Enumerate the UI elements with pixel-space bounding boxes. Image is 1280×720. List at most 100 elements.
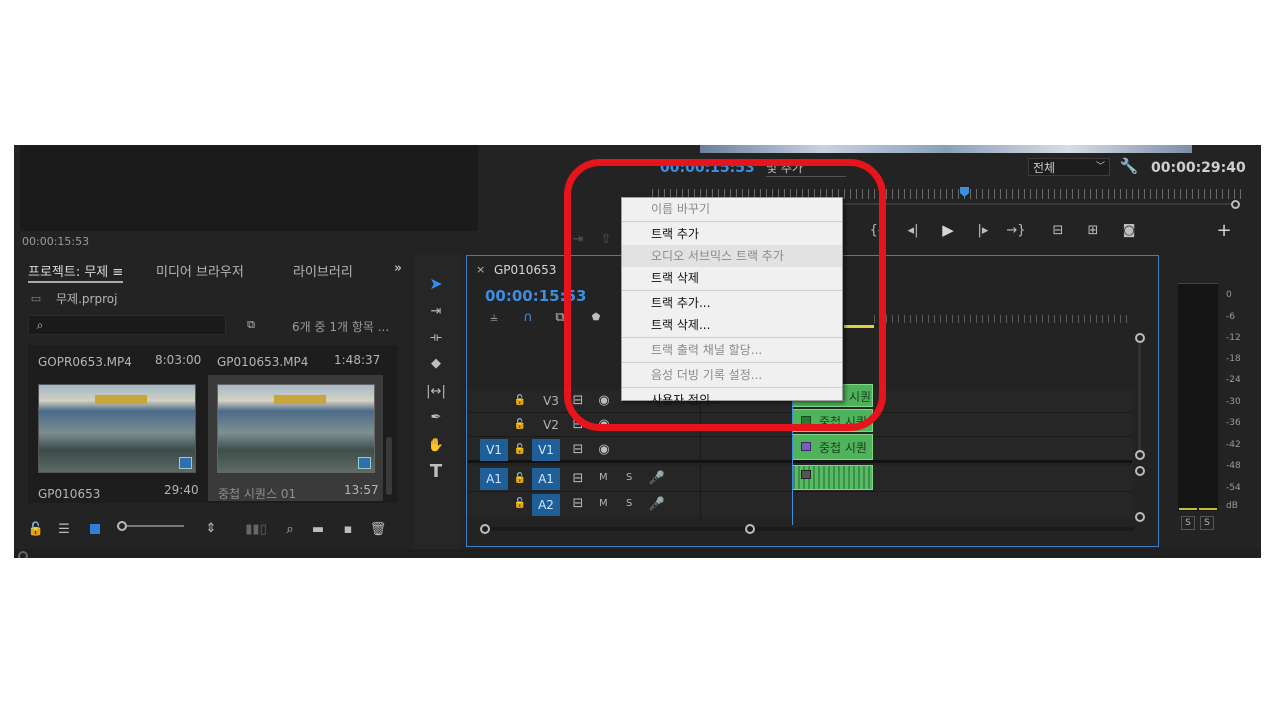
pen-tool-icon[interactable]: ✒	[426, 407, 446, 427]
lock-icon[interactable]: 🔓	[514, 496, 526, 510]
list-view-icon[interactable]: ☰	[56, 522, 72, 537]
microphone-icon[interactable]: 🎤	[649, 470, 665, 486]
meter-scale-label: -54	[1226, 483, 1241, 493]
project-item-count: 6개 중 1개 항목 ...	[292, 320, 390, 334]
thumbnail-sign	[274, 395, 326, 404]
track-label[interactable]: A1	[532, 468, 560, 490]
toggle-sync-icon[interactable]: ⊟	[570, 471, 586, 486]
timeline-ruler[interactable]	[874, 315, 1132, 323]
fit-dropdown-label: 전체	[1033, 161, 1056, 175]
item-name: GP010653.MP4	[217, 355, 309, 369]
automate-icon[interactable]: ▮▮▯	[245, 522, 266, 537]
ripple-edit-tool-icon[interactable]: ⟛	[426, 327, 446, 347]
track-label[interactable]: V3	[538, 394, 564, 408]
razor-tool-icon[interactable]: ◆	[426, 353, 446, 373]
panel-overflow-icon[interactable]: »	[394, 261, 402, 276]
fit-dropdown[interactable]: 전체 ﹀	[1028, 158, 1110, 176]
item-duration: 29:40	[164, 483, 199, 497]
tab-project[interactable]: 프로젝트: 무제 ≡	[28, 261, 124, 283]
item-duration: 1:48:37	[334, 353, 381, 367]
trash-icon[interactable]: 🗑	[370, 522, 387, 537]
search-icon: ⌕	[36, 317, 44, 332]
icon-view-icon[interactable]	[90, 524, 100, 534]
meter-scale-label: -6	[1226, 312, 1235, 322]
solo-button[interactable]: S	[626, 472, 632, 483]
mute-button[interactable]: M	[599, 498, 608, 509]
clip-thumbnail[interactable]	[217, 384, 375, 473]
timeline-horizontal-scroll[interactable]	[484, 527, 1134, 531]
program-zoom-handle[interactable]	[1231, 200, 1240, 209]
timeline-scroll-handle-left[interactable]	[480, 524, 490, 534]
premiere-window: 00:00:15:53 00:00:15:53 및 추가 전체 ﹀ 🔧 00:00…	[14, 145, 1261, 558]
meter-scale-label: -30	[1226, 397, 1241, 407]
lock-icon[interactable]: 🔓	[514, 417, 526, 431]
nest-icon[interactable]: ⫨	[486, 309, 502, 325]
find-icon[interactable]: ⌕	[282, 522, 298, 537]
hand-tool-icon[interactable]: ✋	[426, 435, 446, 455]
lock-icon[interactable]: 🔓	[514, 442, 526, 456]
lock-icon[interactable]: 🔓	[28, 522, 44, 537]
find-bin-icon[interactable]: ⧉	[242, 317, 260, 333]
clip-v1[interactable]: 중첩 시퀀	[792, 434, 873, 460]
vertical-zoom-handle[interactable]	[1135, 333, 1145, 343]
sort-icon[interactable]: ⇕	[204, 521, 218, 536]
vertical-zoom-handle[interactable]	[1135, 512, 1145, 522]
zoom-slider[interactable]	[118, 525, 184, 527]
lock-icon[interactable]: 🔓	[514, 393, 526, 407]
snap-icon[interactable]: ∩	[520, 309, 536, 325]
vertical-zoom-handle[interactable]	[1135, 466, 1145, 476]
mute-button[interactable]: M	[599, 472, 608, 483]
extract-icon[interactable]: ⊞	[1082, 221, 1104, 239]
track-label[interactable]: V2	[538, 418, 564, 432]
clip-thumbnail[interactable]	[38, 384, 196, 473]
status-bar	[14, 549, 1261, 558]
track-select-tool-icon[interactable]: ⇥	[426, 301, 446, 321]
camera-icon[interactable]: ◙	[1118, 221, 1140, 239]
track-label[interactable]: A2	[532, 494, 560, 516]
lock-icon[interactable]: 🔓	[514, 471, 526, 485]
lift-icon[interactable]: ⊟	[1047, 221, 1069, 239]
toggle-sync-icon[interactable]: ⊟	[570, 496, 586, 511]
meter-scale-label: -24	[1226, 375, 1241, 385]
timeline-scroll-handle-right[interactable]	[745, 524, 755, 534]
toggle-sync-icon[interactable]: ⊟	[570, 442, 586, 457]
close-tab-icon[interactable]: ×	[476, 263, 485, 276]
vertical-zoom-handle[interactable]	[1135, 450, 1145, 460]
solo-left-button[interactable]: S	[1181, 516, 1195, 530]
meter-scale-label: -12	[1226, 333, 1241, 343]
tab-library[interactable]: 라이브러리	[293, 261, 353, 280]
meter-scale-label: dB	[1226, 501, 1238, 511]
new-bin-icon[interactable]: ▬	[310, 522, 326, 537]
video-track-scrollbar[interactable]	[1138, 343, 1141, 453]
source-patch-v1[interactable]: V1	[480, 439, 508, 461]
meter-scale-label: -36	[1226, 418, 1241, 428]
selection-tool-icon[interactable]: ➤	[426, 273, 446, 293]
wrench-icon[interactable]: 🔧	[1120, 157, 1139, 175]
track-label[interactable]: V1	[532, 439, 560, 461]
meter-level-right	[1199, 508, 1217, 510]
slip-tool-icon[interactable]: |↔|	[426, 381, 446, 401]
play-icon[interactable]: ▶	[937, 221, 959, 239]
go-to-out-icon[interactable]: →}	[1005, 221, 1027, 239]
step-back-icon[interactable]: ◂|	[902, 221, 924, 239]
meter-scale-label: -42	[1226, 440, 1241, 450]
sequence-tab[interactable]: GP010653	[494, 263, 556, 277]
step-forward-icon[interactable]: |▸	[972, 221, 994, 239]
program-timecode-right: 00:00:29:40	[1151, 160, 1246, 176]
add-button-icon[interactable]: +	[1213, 220, 1235, 241]
source-patch-a1[interactable]: A1	[480, 468, 508, 490]
microphone-icon[interactable]: 🎤	[649, 496, 665, 512]
meter-channel-right	[1198, 283, 1218, 511]
project-scrollbar[interactable]	[386, 437, 392, 495]
new-item-icon[interactable]: ▪	[340, 522, 356, 537]
solo-button[interactable]: S	[626, 498, 632, 509]
item-name: GOPR0653.MP4	[38, 355, 132, 369]
tab-media-browser[interactable]: 미디어 브라우저	[156, 261, 244, 280]
project-search-input[interactable]: ⌕	[28, 315, 226, 335]
solo-right-button[interactable]: S	[1200, 516, 1214, 530]
audio-clip-a1[interactable]	[792, 465, 873, 490]
type-tool-icon[interactable]: T	[426, 461, 446, 482]
eye-icon[interactable]: ◉	[596, 442, 612, 457]
meter-scale-label: -48	[1226, 461, 1241, 471]
zoom-slider-handle[interactable]	[117, 521, 127, 531]
